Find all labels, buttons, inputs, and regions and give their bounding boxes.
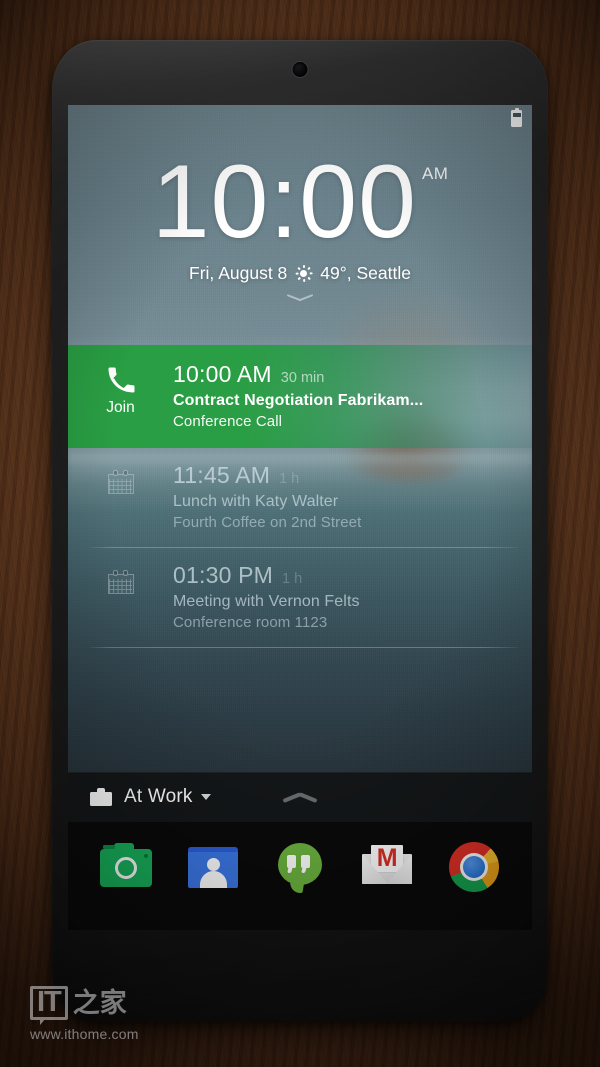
date-text: Fri, August 8	[189, 262, 288, 283]
clock-ampm: AM	[421, 164, 449, 183]
join-label: Join	[106, 399, 135, 416]
join-call-button[interactable]: Join	[68, 361, 173, 417]
time-row: 10:00 AM	[68, 144, 532, 260]
watermark-logo-cn: 之家	[72, 987, 127, 1019]
event-title: Contract Negotiation Fabrikam...	[173, 392, 424, 409]
agenda-divider	[90, 647, 518, 648]
event-text: 10:00 AM 30 min Contract Negotiation Fab…	[173, 361, 532, 430]
event-title: Meeting with Vernon Felts	[173, 593, 360, 610]
event-icon-wrap	[68, 562, 173, 594]
agenda-event-item[interactable]: 01:30 PM 1 h Meeting with Vernon Felts C…	[68, 548, 532, 647]
phone-screen[interactable]: 10:00 AM Fri, August 8 49°, Seattle Join…	[68, 105, 532, 930]
clock-time: 10:00	[151, 144, 417, 260]
phone-icon	[106, 365, 136, 395]
gmail-icon[interactable]: M	[358, 838, 416, 896]
mode-label[interactable]: At Work	[124, 786, 193, 808]
mode-bar-edge	[68, 772, 532, 773]
date-weather-row: Fri, August 8 49°, Seattle	[68, 263, 532, 284]
agenda-list: Join 10:00 AM 30 min Contract Negotiatio…	[68, 345, 532, 648]
chevron-down-icon[interactable]	[286, 293, 314, 305]
phone-device: 10:00 AM Fri, August 8 49°, Seattle Join…	[52, 40, 548, 1022]
event-subtitle: Conference Call	[173, 413, 283, 430]
event-duration: 1 h	[282, 571, 303, 587]
watermark-url: www.ithome.com	[30, 1026, 139, 1043]
event-title: Lunch with Katy Walter	[173, 493, 339, 510]
gmail-letter: M	[376, 844, 398, 872]
lockscreen-clock: 10:00 AM Fri, August 8 49°, Seattle	[68, 144, 532, 305]
event-subtitle: Conference room 1123	[173, 614, 328, 631]
weather-text: 49°, Seattle	[320, 262, 411, 283]
event-time: 11:45 AM	[173, 462, 271, 488]
chevron-up-icon[interactable]	[282, 791, 318, 803]
camera-icon[interactable]	[97, 838, 155, 896]
sun-icon	[295, 264, 313, 282]
status-bar	[68, 105, 532, 131]
event-text: 11:45 AM 1 h Lunch with Katy Walter Four…	[173, 462, 532, 531]
event-time-row: 11:45 AM 1 h	[173, 462, 518, 489]
battery-icon	[511, 107, 522, 127]
app-dock: M	[68, 822, 532, 930]
watermark-logo: IT 之家	[30, 986, 200, 1026]
front-camera-icon	[292, 62, 308, 77]
agenda-event-item[interactable]: 11:45 AM 1 h Lunch with Katy Walter Four…	[68, 448, 532, 547]
event-time-row: 10:00 AM 30 min	[173, 361, 518, 388]
calendar-icon	[107, 470, 134, 494]
watermark-logo-latin: IT	[30, 986, 68, 1026]
event-subtitle: Fourth Coffee on 2nd Street	[173, 514, 362, 531]
hangouts-icon[interactable]	[271, 838, 329, 896]
caret-down-icon[interactable]	[200, 794, 211, 800]
chrome-icon[interactable]	[445, 838, 503, 896]
event-time: 10:00 AM	[173, 361, 272, 387]
mode-bar: At Work	[68, 772, 532, 822]
people-icon[interactable]	[184, 838, 242, 896]
event-icon-wrap	[68, 462, 173, 494]
event-text: 01:30 PM 1 h Meeting with Vernon Felts C…	[173, 562, 532, 631]
desk-scene: 10:00 AM Fri, August 8 49°, Seattle Join…	[0, 0, 600, 1067]
event-duration: 1 h	[279, 471, 300, 487]
briefcase-icon	[90, 788, 112, 806]
agenda-event-active[interactable]: Join 10:00 AM 30 min Contract Negotiatio…	[68, 345, 532, 448]
event-duration: 30 min	[280, 370, 325, 386]
event-time: 01:30 PM	[173, 562, 274, 588]
calendar-icon	[107, 570, 134, 594]
event-time-row: 01:30 PM 1 h	[173, 562, 518, 589]
watermark: IT 之家 www.ithome.com	[30, 986, 200, 1042]
